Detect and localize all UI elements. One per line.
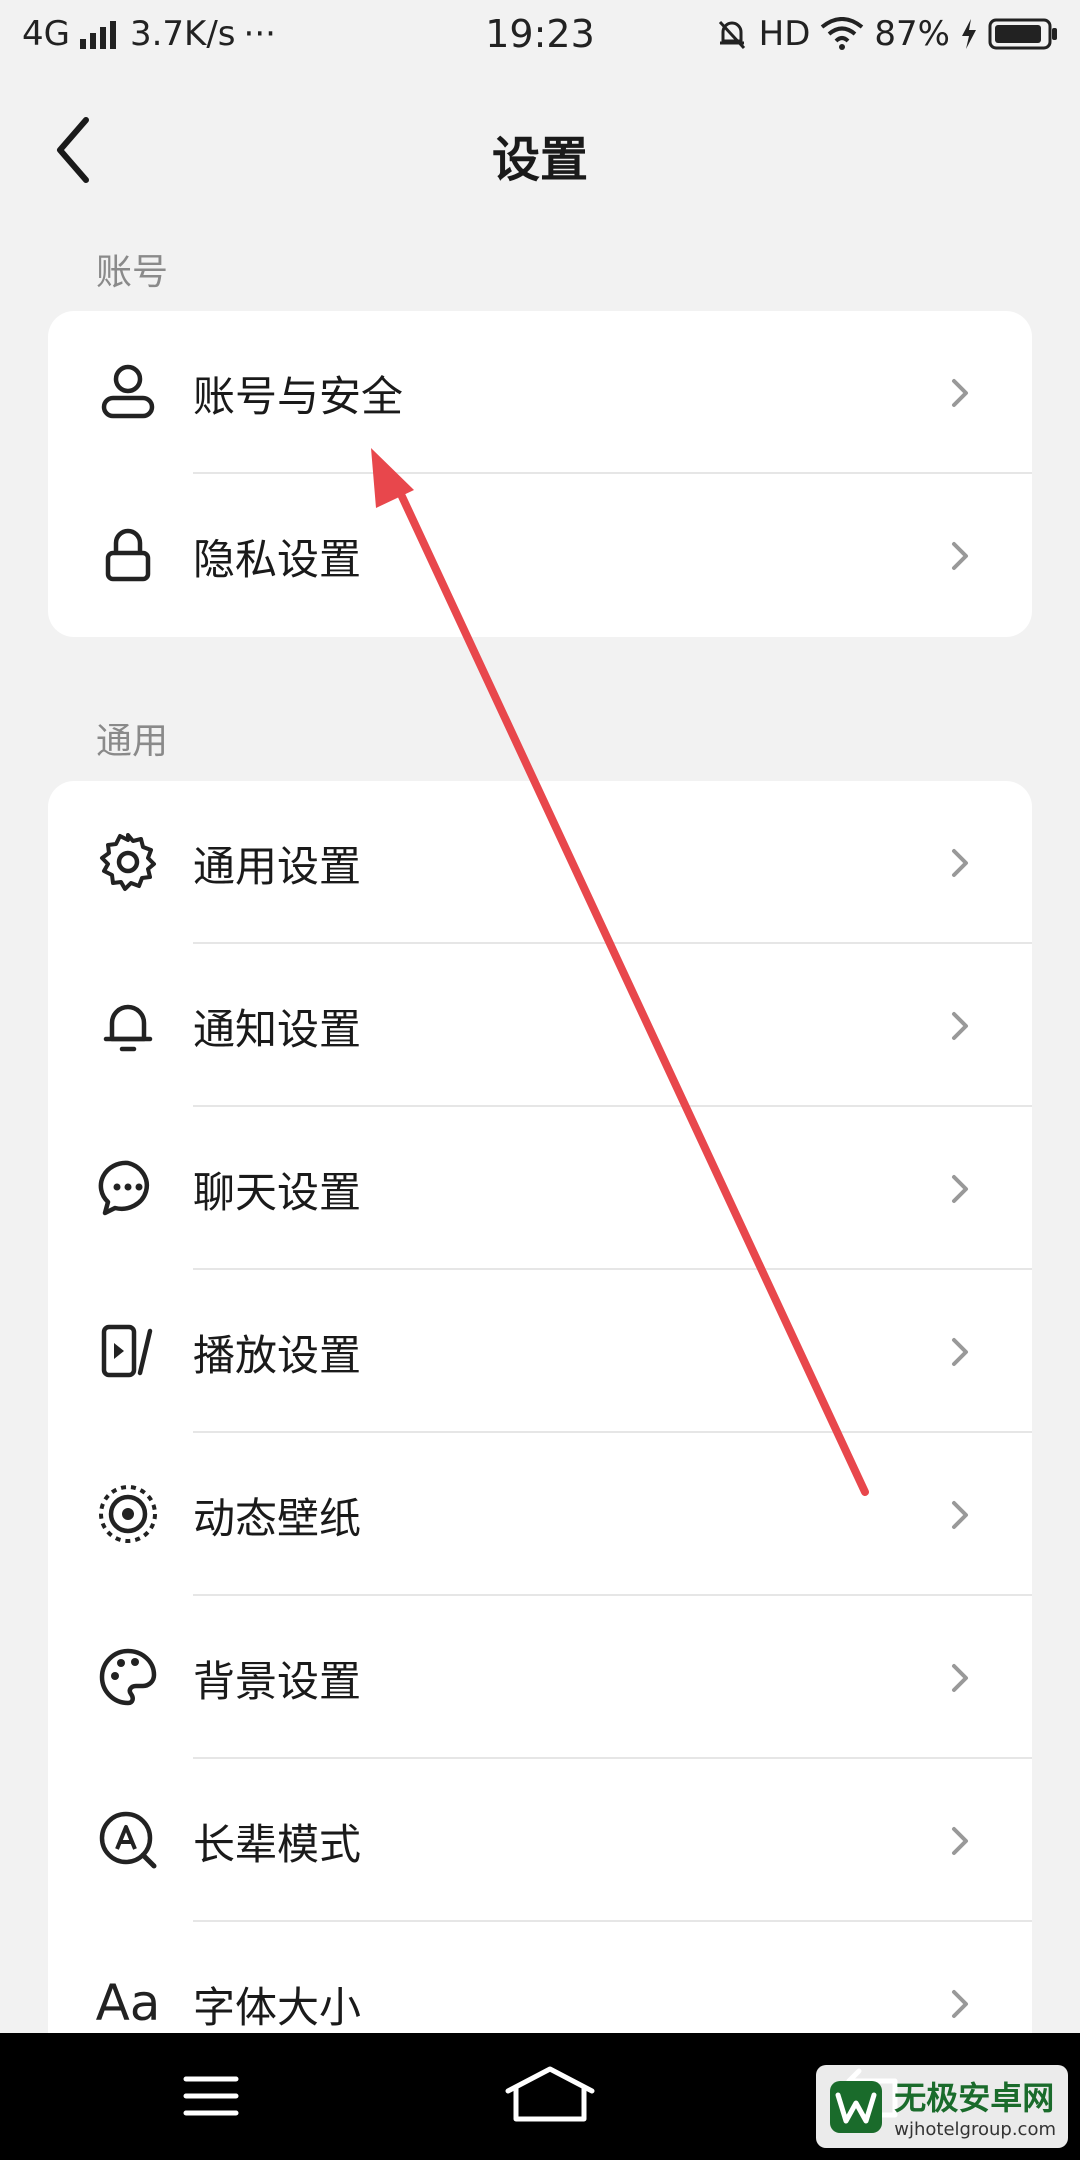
settings-item-general[interactable]: 通用设置 (48, 781, 1032, 944)
watermark-url: wjhotelgroup.com (894, 2119, 1056, 2140)
lock-icon (94, 521, 162, 589)
chevron-right-icon (952, 542, 968, 570)
chevron-right-icon (952, 1338, 968, 1366)
chevron-right-icon (952, 1175, 968, 1203)
mute-bell-icon (718, 20, 745, 50)
chevron-right-icon (952, 1501, 968, 1529)
settings-item-account-security[interactable]: 账号与安全 (48, 311, 1032, 474)
settings-item-font-size[interactable]: Aa 字体大小 (48, 1922, 1032, 2033)
bell-icon (94, 991, 162, 1059)
battery-percent: 87% (874, 14, 950, 54)
settings-item-elder-mode[interactable]: 长辈模式 (48, 1759, 1032, 1922)
palette-icon (94, 1643, 162, 1711)
play-icon (94, 1317, 162, 1385)
settings-item-label: 长辈模式 (193, 1820, 362, 1869)
settings-item-label: 通知设置 (193, 1005, 362, 1054)
settings-item-label: 账号与安全 (193, 372, 404, 421)
chevron-right-icon (952, 1827, 968, 1855)
settings-item-chat[interactable]: 聊天设置 (48, 1107, 1032, 1270)
settings-item-label: 隐私设置 (193, 535, 362, 584)
hd-indicator: HD (758, 14, 811, 54)
settings-item-playback[interactable]: 播放设置 (48, 1270, 1032, 1433)
settings-item-label: 动态壁纸 (193, 1494, 362, 1543)
elder-mode-icon (94, 1806, 162, 1874)
chevron-right-icon (952, 1012, 968, 1040)
wifi-icon (821, 17, 864, 50)
settings-item-label: 背景设置 (193, 1657, 362, 1706)
watermark-title: 无极安卓网 (894, 2079, 1055, 2117)
charging-icon (962, 19, 976, 49)
chevron-right-icon (952, 1664, 968, 1692)
settings-item-label: 通用设置 (193, 842, 362, 891)
settings-item-background[interactable]: 背景设置 (48, 1596, 1032, 1759)
settings-item-privacy[interactable]: 隐私设置 (48, 474, 1032, 637)
watermark-logo-icon (830, 2080, 883, 2133)
battery-icon (988, 18, 1057, 50)
gear-icon (94, 828, 162, 896)
watermark: 无极安卓网 wjhotelgroup.com (816, 2065, 1068, 2148)
font-size-icon: Aa (94, 1969, 162, 2033)
home-icon[interactable] (500, 2061, 600, 2131)
header: 设置 (0, 90, 1080, 210)
settings-item-label: 字体大小 (193, 1983, 362, 2032)
settings-item-label: 聊天设置 (193, 1168, 362, 1217)
settings-item-label: 播放设置 (193, 1331, 362, 1380)
section-label-account: 账号 (96, 252, 169, 293)
menu-icon[interactable] (171, 2061, 251, 2131)
account-card: 账号与安全 隐私设置 (48, 311, 1032, 637)
chevron-right-icon (952, 849, 968, 877)
user-icon (94, 358, 162, 426)
page-title: 设置 (491, 132, 588, 188)
chevron-right-icon (952, 379, 968, 407)
chevron-right-icon (952, 1990, 968, 2018)
status-bar: 4G 3.7K/s ··· 19:23 HD 87% (0, 0, 1080, 72)
general-card: 通用设置 通知设置 聊天设置 播放设置 动态壁纸 背景设置 长辈模式 Aa 字体… (48, 781, 1032, 2033)
wallpaper-icon (94, 1480, 162, 1548)
settings-item-notification[interactable]: 通知设置 (48, 944, 1032, 1107)
settings-item-live-wallpaper[interactable]: 动态壁纸 (48, 1433, 1032, 1596)
font-size-icon-text: Aa (95, 1974, 161, 2032)
section-label-general: 通用 (96, 721, 169, 762)
chat-icon (94, 1154, 162, 1222)
